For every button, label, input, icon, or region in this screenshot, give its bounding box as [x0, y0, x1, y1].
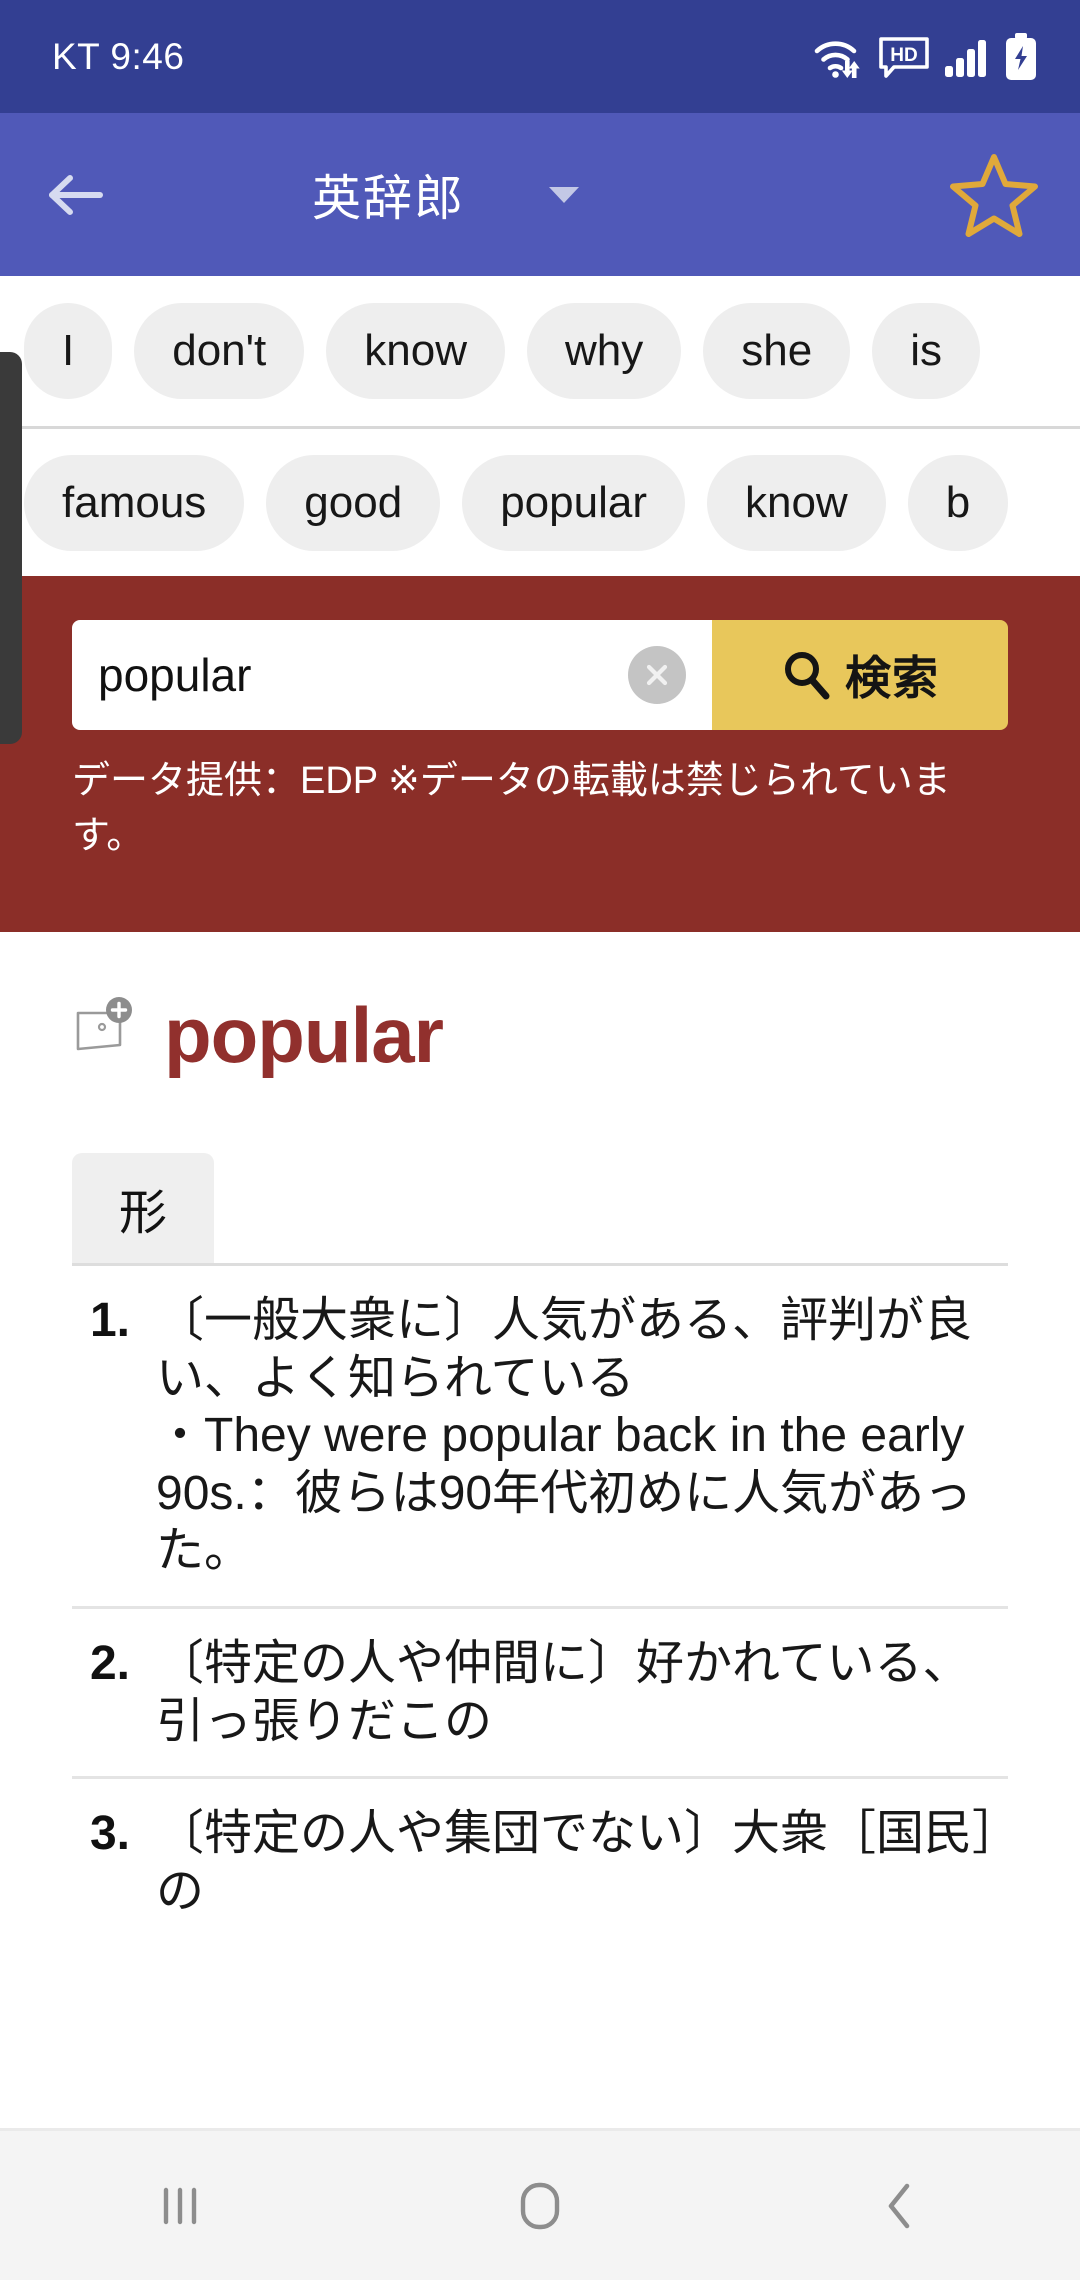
status-bar: KT 9:46 HD — [0, 0, 1080, 113]
headword-row: popular — [0, 960, 1080, 1110]
search-button-label: 検索 — [845, 652, 939, 704]
chevron-down-icon — [549, 186, 580, 203]
battery-charging-icon — [1006, 32, 1036, 80]
search-input-wrapper — [72, 620, 712, 730]
definition-text: 〔一般大衆に〕人気がある、評判が良い、よく知られている — [156, 1294, 973, 1405]
home-icon — [520, 2182, 560, 2229]
definition-example: ・They were popular back in the early 90s… — [156, 1409, 973, 1578]
definition-number: 1. — [89, 1294, 130, 1347]
add-word-card-button[interactable] — [72, 995, 138, 1062]
data-provider-note: データ提供：EDP ※データの転載は禁じられています。 — [72, 760, 951, 858]
app-screen: KT 9:46 HD 英辞郎 I don't know why she is f… — [0, 0, 1080, 2280]
dictionary-dropdown-button[interactable] — [547, 184, 581, 206]
home-button[interactable] — [440, 2130, 640, 2280]
headword-text: popular — [164, 990, 444, 1079]
back-button-nav[interactable] — [800, 2130, 1000, 2280]
app-bar: 英辞郎 — [0, 113, 1080, 276]
add-word-card-icon — [76, 996, 132, 1050]
magnifier-icon — [785, 652, 830, 700]
wifi-icon — [814, 40, 860, 78]
definition-text: 〔特定の人や仲間に〕好かれている、引っ張りだこの — [156, 1636, 971, 1748]
signal-icon — [945, 39, 986, 77]
suggestion-chip[interactable]: I — [24, 303, 113, 399]
back-arrow-icon — [49, 174, 103, 215]
search-banner: 検索 データ提供：EDP ※データの転載は禁じられています。 — [0, 576, 1080, 932]
recents-icon — [163, 2187, 197, 2224]
status-icons: HD — [812, 32, 1038, 81]
definition-body: 〔特定の人や仲間に〕好かれている、引っ張りだこの — [156, 1635, 1008, 1750]
back-button[interactable] — [0, 113, 150, 276]
search-input[interactable] — [72, 620, 712, 730]
star-outline-icon — [950, 153, 1038, 237]
suggestion-chip[interactable]: don't — [134, 303, 305, 399]
search-bar: 検索 — [72, 620, 1008, 730]
definition-item: 3. 〔特定の人や集団でない〕大衆［国民］の — [72, 1776, 1008, 1946]
suggestion-chip[interactable]: know — [706, 454, 886, 551]
suggestion-row-1[interactable]: I don't know why she is — [0, 276, 1080, 426]
suggestion-chip[interactable]: b — [907, 454, 1009, 551]
page-title: 英辞郎 — [312, 172, 466, 226]
svg-text:HD: HD — [890, 45, 917, 66]
clear-search-button[interactable] — [628, 646, 686, 704]
suggestion-chip[interactable]: good — [266, 454, 441, 551]
suggestion-chip[interactable]: know — [326, 303, 505, 399]
definition-number: 2. — [89, 1636, 130, 1690]
suggestion-chip[interactable]: famous — [24, 454, 245, 551]
hd-icon: HD — [879, 36, 929, 78]
suggestion-chip[interactable]: is — [872, 303, 980, 399]
suggestion-chip[interactable]: she — [703, 303, 851, 399]
system-navigation-bar — [0, 2128, 1080, 2280]
definition-number: 3. — [89, 1807, 130, 1861]
definition-item: 1. 〔一般大衆に〕人気がある、評判が良い、よく知られている ・They wer… — [72, 1266, 1008, 1606]
suggestion-row-2[interactable]: famous good popular know b — [0, 426, 1080, 576]
definition-body: 〔特定の人や集団でない〕大衆［国民］の — [156, 1805, 1008, 1920]
definition-item: 2. 〔特定の人や仲間に〕好かれている、引っ張りだこの — [72, 1605, 1008, 1776]
recents-button[interactable] — [80, 2130, 280, 2280]
suggestion-chip[interactable]: why — [527, 303, 682, 399]
pos-tab-bar: 形 — [72, 1150, 1008, 1266]
definition-body: 〔一般大衆に〕人気がある、評判が良い、よく知られている ・They were p… — [156, 1292, 1008, 1580]
status-carrier-time: KT 9:46 — [52, 35, 185, 77]
pos-tab-adjective[interactable]: 形 — [72, 1153, 214, 1263]
suggestion-chip[interactable]: popular — [462, 454, 685, 551]
vertical-scrollbar-handle[interactable] — [0, 352, 22, 744]
search-button[interactable]: 検索 — [712, 620, 1008, 730]
back-chevron-icon — [888, 2183, 910, 2228]
definition-list: 1. 〔一般大衆に〕人気がある、評判が良い、よく知られている ・They wer… — [72, 1266, 1008, 1946]
close-circle-icon — [646, 664, 668, 686]
favorite-button[interactable] — [950, 152, 1038, 238]
suggestion-chips-area: I don't know why she is famous good popu… — [0, 276, 1080, 576]
definition-text: 〔特定の人や集団でない〕大衆［国民］の — [156, 1807, 997, 1918]
